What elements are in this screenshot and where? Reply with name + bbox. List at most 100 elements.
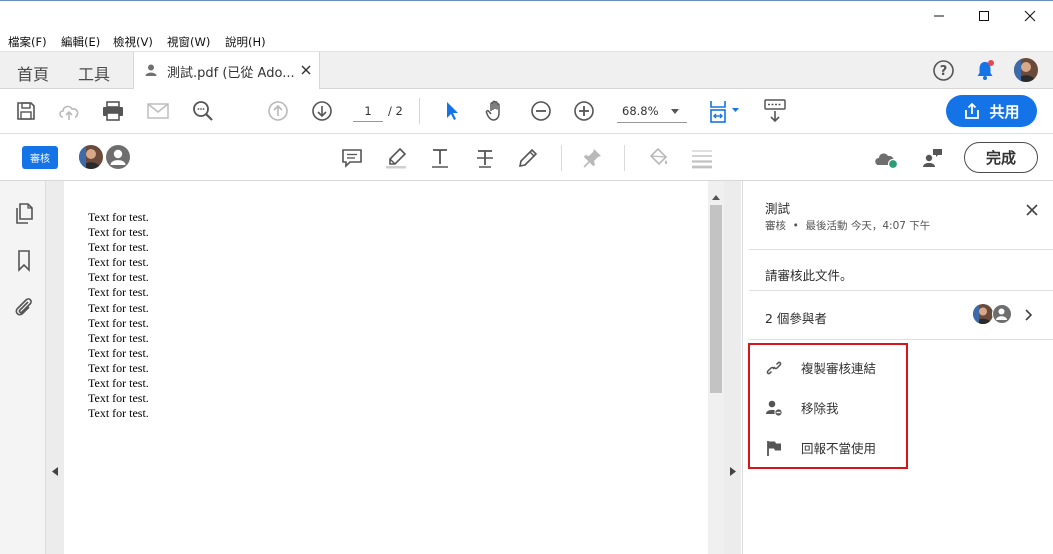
panel-divider (749, 339, 1053, 340)
pdf-page[interactable]: Text for test. Text for test. Text for tes… (64, 181, 708, 554)
zoom-in-button[interactable] (572, 99, 596, 123)
reviewer-avatar-1[interactable] (79, 145, 103, 169)
attachments-panel-button[interactable] (11, 295, 37, 321)
menu-file[interactable]: 檔案(F) (8, 34, 47, 50)
previous-page-button[interactable] (266, 99, 290, 123)
print-icon (103, 101, 123, 121)
tab-bar: 首頁 工具 測試.pdf (已從 Ado... ? (0, 51, 1053, 90)
chevron-down-icon (671, 109, 679, 114)
hand-tool-button[interactable] (483, 98, 509, 124)
cloud-upload-icon (59, 105, 79, 120)
zoom-value: 68.8% (622, 104, 659, 118)
menu-bar: 檔案(F) 編輯(E) 檢視(V) 視窗(W) 說明(H) (0, 31, 1053, 51)
add-text-tool-button[interactable] (428, 146, 452, 170)
help-icon[interactable]: ? (932, 59, 955, 82)
document-line: Text for test. (88, 270, 149, 285)
remove-me-label: 移除我 (801, 401, 839, 416)
highlight-tool-button[interactable] (383, 146, 409, 170)
menu-view[interactable]: 檢視(V) (113, 34, 153, 50)
shared-user-icon (145, 64, 157, 76)
paperclip-icon (15, 298, 32, 316)
cloud-sync-icon (875, 153, 899, 170)
save-button[interactable] (14, 99, 38, 123)
fit-width-icon (710, 101, 739, 123)
tab-tools[interactable]: 工具 (78, 61, 110, 85)
pencil-icon (518, 148, 538, 168)
menu-edit[interactable]: 編輯(E) (61, 34, 100, 50)
scroll-mode-button[interactable] (762, 98, 788, 124)
notification-bell-icon[interactable] (974, 59, 996, 81)
pointer-arrow-icon (447, 102, 458, 120)
share-button[interactable]: 共用 (946, 95, 1037, 127)
menu-help[interactable]: 說明(H) (225, 34, 266, 50)
online-status-dot (887, 158, 899, 170)
bookmarks-panel-button[interactable] (12, 249, 36, 273)
document-viewport[interactable]: Text for test. Text for test. Text for tes… (46, 181, 741, 554)
done-button[interactable]: 完成 (964, 142, 1038, 173)
stamp-tool-button[interactable] (580, 146, 604, 170)
strikethrough-tool-button[interactable] (473, 146, 497, 170)
keyboard-scroll-icon (764, 99, 786, 123)
review-divider-2 (624, 145, 625, 171)
next-page-button[interactable] (310, 99, 334, 123)
maximize-icon (979, 11, 989, 21)
line-weight-button[interactable] (689, 146, 715, 170)
copy-review-link-item[interactable]: 複製審核連結 (765, 358, 876, 377)
pages-panel-button[interactable] (12, 202, 36, 226)
zoom-out-button[interactable] (529, 99, 553, 123)
draw-tool-button[interactable] (515, 146, 541, 170)
comment-tool-button[interactable] (340, 146, 364, 170)
tab-document-label: 測試.pdf (已從 Ado... (167, 66, 295, 81)
close-tab-icon[interactable] (301, 65, 311, 75)
vertical-scrollbar[interactable] (708, 181, 724, 554)
hand-icon (485, 100, 500, 121)
search-button[interactable] (190, 99, 216, 123)
bookmark-icon (18, 250, 30, 272)
close-panel-icon[interactable] (1026, 204, 1038, 216)
paint-bucket-icon (649, 147, 668, 166)
save-icon (17, 102, 35, 120)
panel-subtitle: 審核 • 最後活動 今天，4:07 下午 (765, 220, 931, 232)
document-line: Text for test. (88, 300, 149, 315)
notification-dot (988, 60, 994, 66)
close-window-button[interactable] (1007, 1, 1053, 31)
person-icon (996, 308, 1007, 320)
fit-page-button[interactable] (706, 97, 744, 125)
participants-count: 2 個參與者 (765, 311, 827, 326)
text-icon (432, 149, 448, 168)
scroll-up-arrow-icon[interactable] (712, 195, 720, 201)
highlighter-icon (386, 147, 407, 169)
cloud-sync-button[interactable] (872, 146, 902, 170)
collapse-right-arrow-icon[interactable] (730, 467, 736, 476)
print-button[interactable] (101, 99, 125, 123)
reviewer-avatar-2[interactable] (106, 145, 130, 169)
page-number-input[interactable]: 1 (353, 102, 383, 122)
document-line: Text for test. (88, 285, 149, 300)
chevron-right-icon (1025, 309, 1033, 321)
collapse-left-arrow-icon[interactable] (52, 467, 58, 476)
review-message: 請審核此文件。 (765, 268, 853, 283)
menu-window[interactable]: 視窗(W) (167, 34, 210, 50)
remove-me-item[interactable]: 移除我 (765, 398, 839, 417)
scrollbar-thumb[interactable] (710, 205, 722, 393)
minimize-button[interactable] (916, 1, 962, 31)
minus-circle-icon (531, 101, 551, 121)
zoom-select[interactable]: 68.8% (617, 101, 687, 123)
comment-icon (342, 149, 362, 168)
select-tool-button[interactable] (441, 99, 463, 123)
email-button[interactable] (146, 99, 170, 123)
remove-user-icon (766, 400, 783, 417)
copy-review-link-label: 複製審核連結 (801, 361, 877, 376)
user-avatar[interactable] (1014, 58, 1038, 82)
title-bar (0, 0, 1053, 31)
add-participant-button[interactable] (920, 146, 946, 170)
strikethrough-icon (477, 150, 493, 168)
participants-row[interactable]: 2 個參與者 (749, 291, 1053, 339)
tab-home[interactable]: 首頁 (17, 61, 49, 85)
maximize-button[interactable] (961, 1, 1007, 31)
upload-cloud-button[interactable] (57, 99, 83, 123)
tab-document[interactable]: 測試.pdf (已從 Ado... (133, 52, 320, 90)
fill-color-button[interactable] (645, 146, 671, 170)
share-label: 共用 (989, 102, 1020, 121)
report-abuse-item[interactable]: 回報不當使用 (765, 438, 876, 457)
